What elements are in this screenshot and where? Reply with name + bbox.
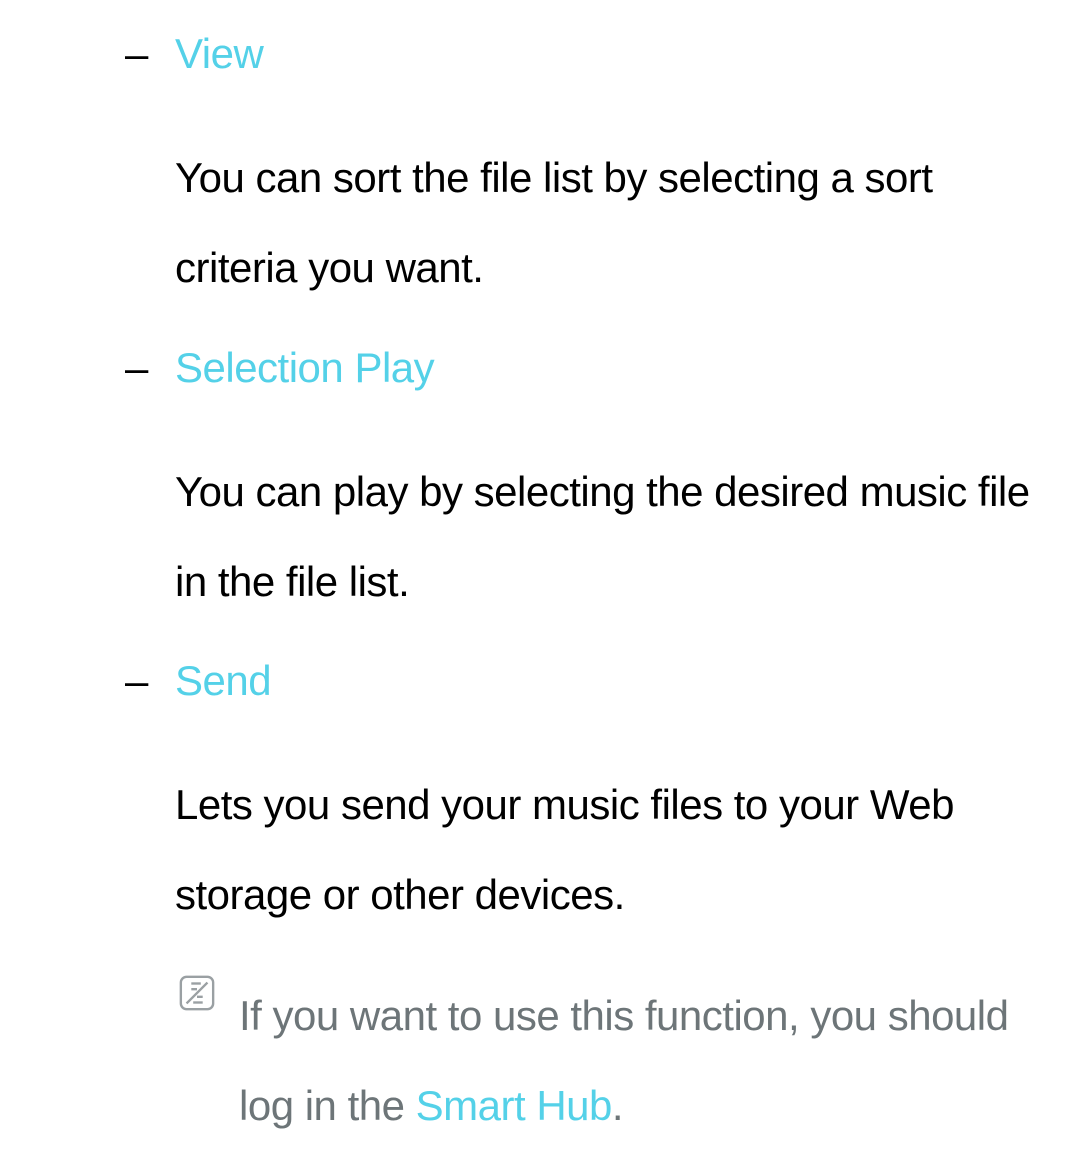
dash-bullet: – (125, 657, 148, 705)
note-text: If you want to use this function, you sh… (239, 971, 1050, 1151)
smart-hub-link[interactable]: Smart Hub (416, 1082, 612, 1129)
heading-selection-play: Selection Play (175, 344, 1050, 392)
list-item-view: – View You can sort the file list by sel… (0, 30, 1080, 314)
body-view: You can sort the file list by selecting … (175, 133, 1050, 314)
list-item-selection-play: – Selection Play You can play by selecti… (0, 344, 1080, 628)
note-text-after: . (612, 1082, 623, 1129)
dash-bullet: – (125, 344, 148, 392)
note-text-before: If you want to use this function, you sh… (239, 992, 1008, 1129)
dash-bullet: – (125, 30, 148, 78)
heading-view: View (175, 30, 1050, 78)
note-icon (178, 974, 216, 1012)
note-block: If you want to use this function, you sh… (0, 971, 1080, 1151)
list-item-send: – Send Lets you send your music files to… (0, 657, 1080, 941)
body-selection-play: You can play by selecting the desired mu… (175, 447, 1050, 628)
heading-send: Send (175, 657, 1050, 705)
body-send: Lets you send your music files to your W… (175, 760, 1050, 941)
